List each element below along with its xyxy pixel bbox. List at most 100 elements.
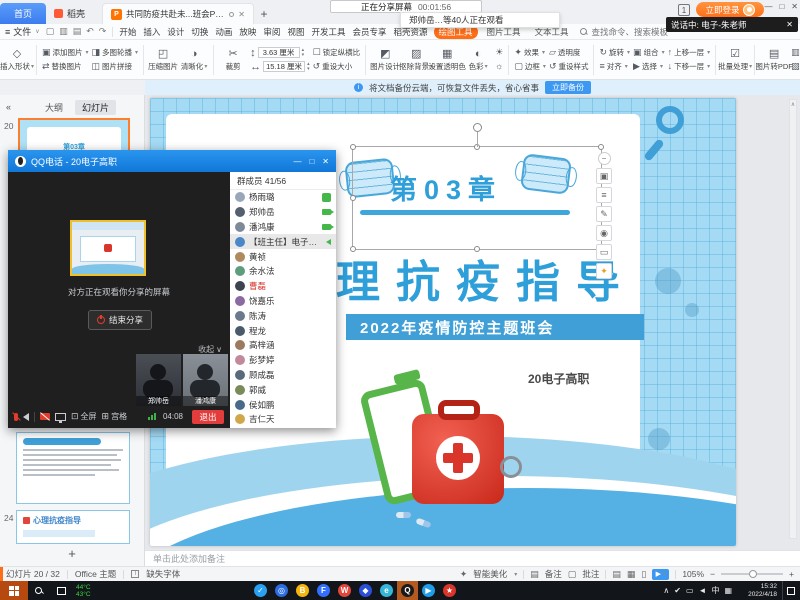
member-row[interactable]: 吉仁天 (230, 412, 336, 427)
slide-thumbnail-24[interactable]: 心理抗疫指导 (16, 510, 130, 544)
member-row[interactable]: 陈涛 (230, 308, 336, 323)
open-icon[interactable]: ▥ (59, 26, 68, 37)
remove-background-button[interactable]: ▨ 抠除背景▾ (402, 48, 430, 72)
ribbon-tab[interactable]: 开始 (119, 26, 136, 38)
taskbar-app-icon[interactable]: B (292, 581, 313, 600)
replace-picture-button[interactable]: ⇄替换图片 (42, 60, 89, 73)
slide-thumbnail[interactable] (16, 432, 130, 504)
tray-expand-icon[interactable]: ∧ (663, 586, 669, 595)
member-row[interactable]: 高梓涵 (230, 338, 336, 353)
taskbar-app-icon[interactable]: ▶ (418, 581, 439, 600)
qq-maximize-icon[interactable]: □ (309, 157, 314, 166)
reading-view-icon[interactable]: ▯ (641, 569, 646, 580)
home-tab[interactable]: 首页 (0, 3, 46, 24)
qq-minimize-icon[interactable]: — (293, 157, 301, 166)
login-button[interactable]: 立即登录 (696, 2, 764, 17)
tab-outline[interactable]: 大纲 (43, 100, 65, 115)
multi-carousel-button[interactable]: ◨多图轮播▾ (92, 46, 139, 59)
member-row[interactable]: 曹磊 (230, 279, 336, 294)
docer-tab[interactable]: 稻壳 (46, 3, 102, 24)
close-icon[interactable]: ✕ (791, 2, 798, 11)
save-icon[interactable]: ▤ (73, 26, 82, 37)
member-row[interactable]: 侯如鹏 (230, 397, 336, 412)
height-stepper[interactable]: ▴▾ (302, 48, 305, 58)
member-row[interactable]: 饶嘉乐 (230, 294, 336, 309)
share-screen-icon[interactable] (55, 413, 66, 421)
zoom-knob[interactable] (749, 570, 757, 578)
compress-picture-button[interactable]: ◰ 压缩图片 (149, 48, 177, 72)
frame-icon[interactable]: ▭ (596, 244, 612, 260)
width-field[interactable]: ↔ 15.18 厘米 ▴▾ (250, 60, 310, 73)
comments-toggle[interactable]: 批注 (582, 568, 599, 580)
ribbon-tab[interactable]: 设计 (167, 26, 184, 38)
collapse-toolbar-button[interactable]: − (598, 152, 611, 165)
ribbon-tab[interactable]: 审阅 (263, 26, 280, 38)
slide-subtitle-banner[interactable]: 2022年疫情防控主题班会 (346, 314, 644, 340)
member-row[interactable]: 顾成磊 (230, 368, 336, 383)
tray-display-icon[interactable]: ▭ (686, 586, 694, 595)
smart-beautify-button[interactable]: 智能美化 (473, 568, 507, 580)
task-view-button[interactable] (50, 581, 72, 600)
send-backward-button[interactable]: ↓下移一层▾ (668, 60, 711, 73)
speaker-icon[interactable] (23, 413, 29, 421)
reset-style-button[interactable]: ↺重设样式 (549, 60, 589, 73)
resize-handle[interactable] (350, 246, 356, 252)
reset-size-button[interactable]: ↺重设大小 (313, 60, 361, 73)
qq-close-icon[interactable]: ✕ (322, 157, 329, 166)
add-picture-button[interactable]: ▣添加图片▾ (42, 46, 89, 59)
copy-style-icon[interactable]: ▣ (596, 168, 612, 184)
zoom-in-button[interactable]: + (789, 569, 794, 579)
taskbar-app-icon[interactable]: W (334, 581, 355, 600)
notification-center-button[interactable] (782, 581, 798, 600)
video-thumbnail[interactable]: 潘鸿康 (183, 354, 228, 406)
temperature-widget[interactable]: 44°C 43°C (76, 584, 110, 598)
rotate-button[interactable]: ↻旋转▾ (599, 46, 630, 59)
effect-button[interactable]: ✦效果▾ (514, 46, 546, 59)
member-row[interactable]: 余水法 (230, 264, 336, 279)
ribbon-tab[interactable]: 视图 (287, 26, 304, 38)
zoom-level[interactable]: 105% (682, 569, 704, 579)
first-aid-kit-illustration[interactable] (372, 374, 532, 534)
taskbar-app-icon[interactable]: ★ (439, 581, 460, 600)
start-button[interactable] (0, 581, 28, 600)
close-tab-icon[interactable]: ✕ (238, 10, 245, 19)
align-button[interactable]: ≡对齐▾ (599, 60, 630, 73)
picture-design-button[interactable]: ◩ 图片设计 (371, 48, 399, 72)
clarify-button[interactable]: ◑ 清晰化▾ (180, 48, 208, 72)
new-icon[interactable]: ▢ (46, 26, 55, 37)
normal-view-icon[interactable]: ▤ (612, 569, 621, 580)
microphone-muted-icon[interactable] (14, 413, 18, 421)
taskbar-app-icon[interactable]: F (313, 581, 334, 600)
toast-close-icon[interactable]: ✕ (786, 20, 793, 29)
brightness-down-button[interactable]: ☼ (495, 60, 503, 73)
taskbar-app-icon[interactable]: Q (397, 581, 418, 600)
notes-toggle[interactable]: 备注 (545, 568, 562, 580)
fullscreen-button[interactable]: ⊡全屏 (71, 411, 97, 422)
height-field[interactable]: ↕ 3.63 厘米 ▴▾ (250, 46, 310, 59)
rotate-handle[interactable] (473, 123, 482, 132)
group-button[interactable]: ▣组合▾ (633, 46, 665, 59)
slideshow-button[interactable]: ▶▾ (652, 569, 669, 580)
member-row[interactable]: 杨雨璐 (230, 190, 336, 205)
insert-shape-button[interactable]: ◇ 插入形状▾ (3, 48, 31, 72)
notes-bar[interactable]: 单击此处添加备注 (145, 550, 800, 566)
picture-translate-button[interactable]: ▧图片翻译 (791, 60, 800, 73)
slide-title[interactable]: 理抗疫指导 (336, 246, 636, 310)
ribbon-tab[interactable]: 放映 (239, 26, 256, 38)
tray-sync-icon[interactable]: ✔ (674, 586, 681, 595)
set-transparent-button[interactable]: ▦ 设置透明色 (433, 48, 461, 72)
ribbon-tab[interactable]: 会员专享 (352, 26, 386, 38)
resize-handle[interactable] (350, 144, 356, 150)
tab-slides[interactable]: 幻灯片 (75, 100, 116, 115)
collab-badge[interactable]: 1 (678, 4, 690, 16)
missing-fonts-label[interactable]: 缺失字体 (146, 568, 180, 580)
member-row[interactable]: 潘鸿康 (230, 220, 336, 235)
ime-indicator[interactable]: 中 (711, 585, 719, 596)
bring-forward-button[interactable]: ↑上移一层▾ (668, 46, 711, 59)
resize-handle[interactable] (598, 144, 604, 150)
qq-call-window[interactable]: QQ电话 - 20电子高职 — □ ✕ 对方正在观看你分享的屏幕 结束分享 收起… (8, 150, 336, 428)
member-row[interactable]: 郭威 (230, 382, 336, 397)
opacity-button[interactable]: ▱透明度 (549, 46, 589, 59)
picture-to-pdf-button[interactable]: ▤ 图片转PDF (760, 48, 788, 72)
video-thumbnail[interactable]: 郑帅岳 (136, 354, 181, 406)
